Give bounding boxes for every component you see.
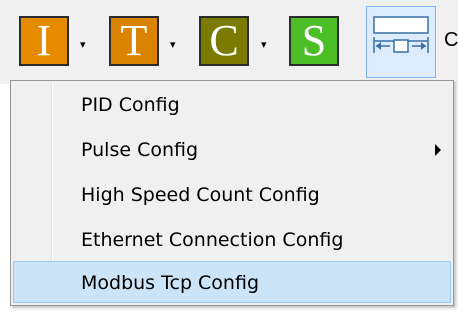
menu-item-label: PID Config xyxy=(81,94,180,116)
layout-arrows-icon xyxy=(373,16,429,53)
t-letter: T xyxy=(120,16,148,65)
i-instruction-button[interactable]: I xyxy=(19,16,69,66)
menu-item-ethernet-connection-config[interactable]: Ethernet Connection Config xyxy=(13,219,451,261)
menu-item-modbus-tcp-config[interactable]: Modbus Tcp Config xyxy=(13,261,451,303)
t-instruction-button[interactable]: T xyxy=(109,16,159,66)
s-instruction-button[interactable]: S xyxy=(289,16,339,66)
menu-item-label: High Speed Count Config xyxy=(81,184,320,206)
dropdown-menu: PID Config Pulse Config High Speed Count… xyxy=(10,80,454,306)
layout-button[interactable] xyxy=(366,6,436,78)
menu-item-pulse-config[interactable]: Pulse Config xyxy=(13,129,451,171)
menu-item-pid-config[interactable]: PID Config xyxy=(13,84,451,126)
menu-item-label: Ethernet Connection Config xyxy=(81,229,344,251)
t-dropdown-arrow-icon[interactable]: ▾ xyxy=(170,39,176,50)
i-dropdown-arrow-icon[interactable]: ▾ xyxy=(80,39,86,50)
c-letter: C xyxy=(209,16,239,65)
toolbar: I ▾ T ▾ C ▾ S C xyxy=(0,0,458,84)
submenu-arrow-icon xyxy=(435,144,441,156)
menu-item-high-speed-count-config[interactable]: High Speed Count Config xyxy=(13,174,451,216)
menu-item-label: Pulse Config xyxy=(81,139,199,161)
c-instruction-button[interactable]: C xyxy=(199,16,249,66)
c-dropdown-arrow-icon[interactable]: ▾ xyxy=(261,39,267,50)
s-letter: S xyxy=(301,16,327,65)
menu-item-label: Modbus Tcp Config xyxy=(81,272,260,294)
toolbar-cutoff-label: C xyxy=(444,30,458,50)
i-letter: I xyxy=(36,16,52,65)
